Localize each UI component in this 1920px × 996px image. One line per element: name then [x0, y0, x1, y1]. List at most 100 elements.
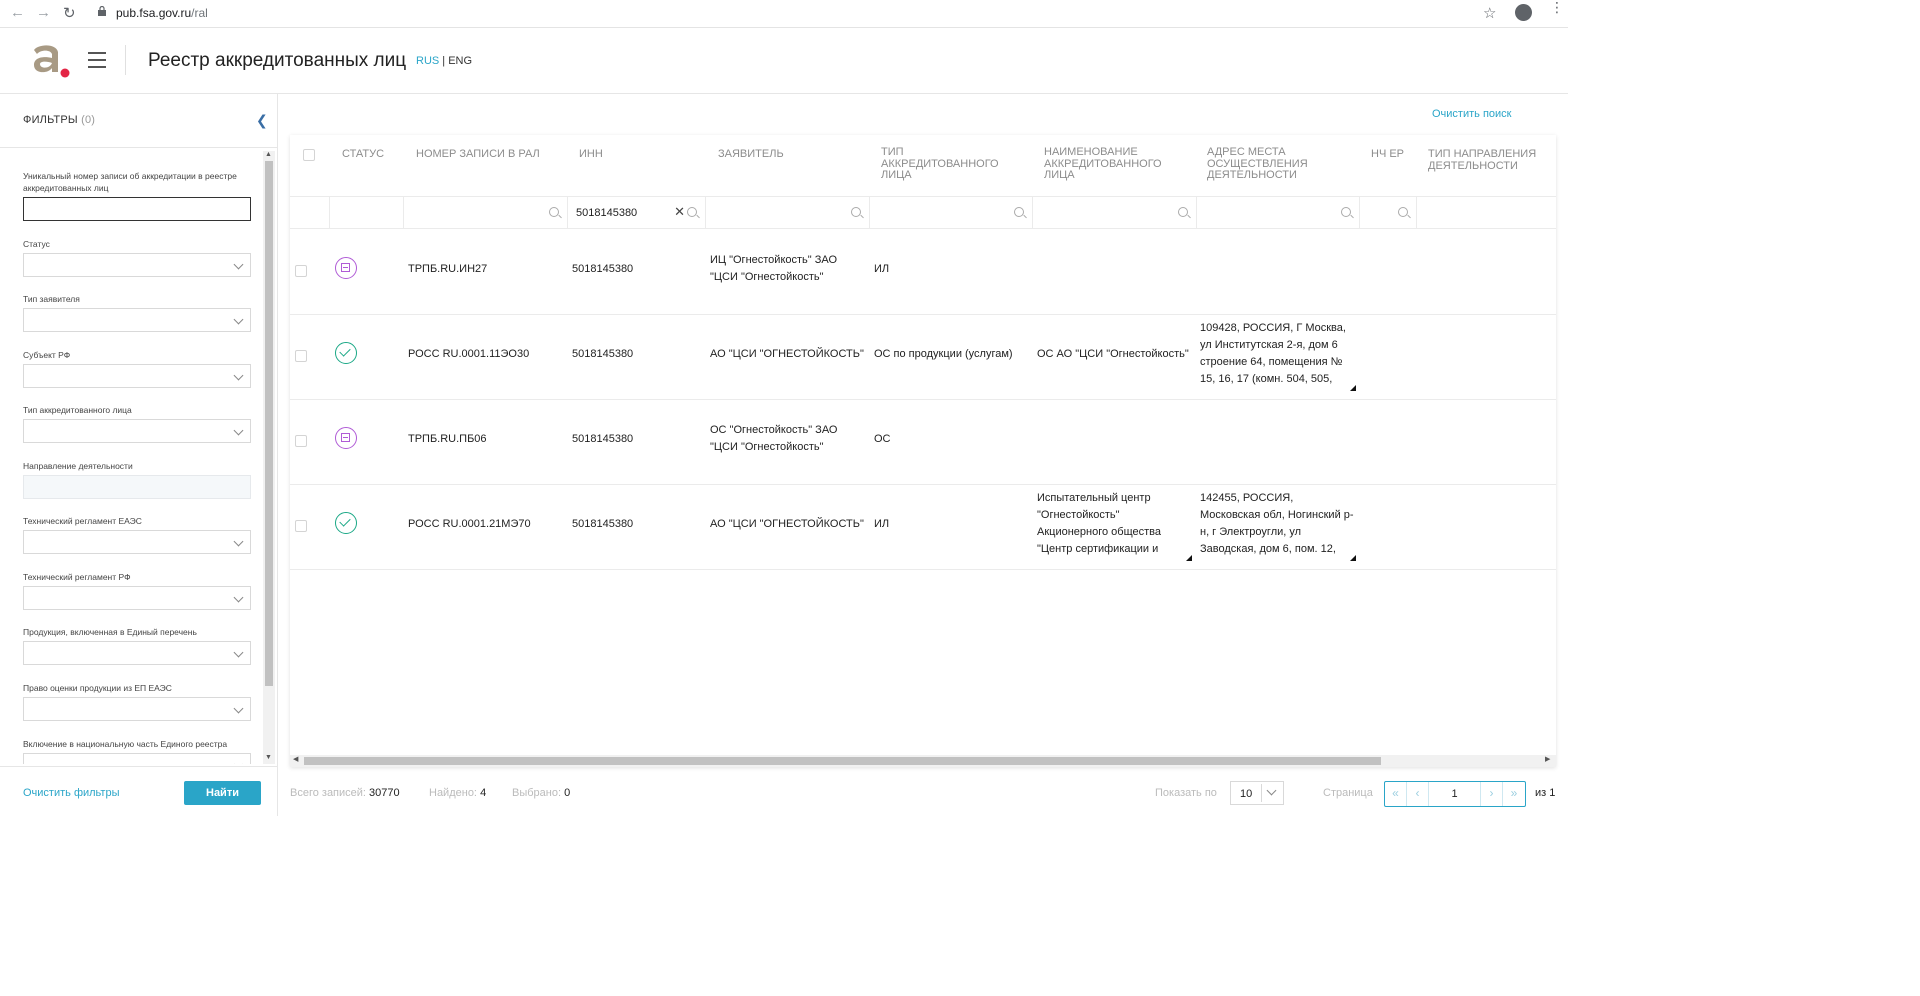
status-select[interactable] — [23, 253, 251, 277]
clear-filters-link[interactable]: Очистить фильтры — [23, 787, 120, 799]
hamburger-menu-icon[interactable] — [88, 52, 106, 68]
col-name[interactable]: НАИМЕНОВАНИЕ АККРЕДИТОВАННОГО ЛИЦА — [1044, 146, 1174, 182]
clear-icon[interactable]: ✕ — [674, 204, 685, 220]
filter-status: Статус — [23, 238, 251, 277]
prev-page-icon[interactable]: ‹ — [1407, 782, 1429, 806]
filters-sidebar: ФИЛЬТРЫ (0) ❮ Уникальный номер записи об… — [0, 94, 278, 816]
type-search[interactable] — [870, 197, 1033, 229]
accredited-type: ОС — [874, 433, 891, 445]
per-page-label: Показать по — [1155, 787, 1217, 799]
row-checkbox[interactable] — [295, 520, 307, 532]
expand-corner-icon[interactable] — [1350, 385, 1356, 391]
region-select[interactable] — [23, 364, 251, 388]
record-number[interactable]: ТРПБ.RU.ПБ06 — [408, 431, 487, 448]
per-page-select[interactable]: 10 — [1230, 781, 1284, 805]
chevron-down-icon — [233, 592, 244, 603]
scroll-left-arrow-icon[interactable]: ◀ — [293, 755, 298, 763]
col-status[interactable]: СТАТУС — [342, 148, 384, 161]
chevron-down-icon — [233, 370, 244, 381]
record-number[interactable]: РОСС RU.0001.21МЭ70 — [408, 516, 531, 533]
record-number-input[interactable] — [23, 197, 251, 221]
national-part-select[interactable] — [23, 753, 251, 764]
table-scroll-thumb[interactable] — [304, 757, 1381, 765]
clear-search-link[interactable]: Очистить поиск — [1432, 108, 1511, 120]
account-icon[interactable] — [1515, 4, 1532, 21]
first-page-icon[interactable]: « — [1385, 782, 1407, 806]
lock-icon — [98, 6, 106, 16]
inn: 5018145380 — [572, 263, 634, 275]
name-search[interactable] — [1033, 197, 1197, 229]
col-type[interactable]: ТИП АККРЕДИТОВАННОГО ЛИЦА — [881, 146, 1011, 182]
last-page-icon[interactable]: » — [1503, 782, 1525, 806]
search-cell-check — [290, 197, 330, 229]
page-title: Реестр аккредитованных лиц — [148, 50, 407, 71]
address-bar[interactable]: pub.fsa.gov.ru/ral — [116, 6, 208, 20]
chevron-down-icon — [233, 259, 244, 270]
record-number[interactable]: ТРПБ.RU.ИН27 — [408, 261, 487, 278]
next-page-icon[interactable]: › — [1481, 782, 1503, 806]
assessment-right-select[interactable] — [23, 697, 251, 721]
record-number[interactable]: РОСС RU.0001.11ЭО30 — [408, 346, 529, 363]
chevron-down-icon — [233, 425, 244, 436]
col-inn[interactable]: ИНН — [579, 148, 603, 161]
found-records: Найдено: 4 — [429, 787, 487, 799]
filter-unified-list-product: Продукция, включенная в Единый перечень — [23, 626, 251, 665]
applicant-search[interactable] — [706, 197, 870, 229]
search-icon — [1341, 207, 1351, 217]
table-row[interactable]: ТРПБ.RU.ПБ06 5018145380 ОС "Огнестойкост… — [290, 400, 1556, 485]
sidebar-scrollbar[interactable]: ▲ ▼ — [263, 151, 275, 764]
nch-er-search[interactable] — [1360, 197, 1417, 229]
filter-region: Субъект РФ — [23, 349, 251, 388]
col-nch-er[interactable]: НЧ ЕР — [1371, 148, 1404, 161]
search-icon — [549, 207, 559, 217]
inn-search[interactable]: 5018145380 ✕ — [568, 197, 706, 229]
back-icon[interactable]: ← — [10, 4, 25, 21]
address-search[interactable] — [1197, 197, 1360, 229]
search-icon — [687, 207, 697, 217]
lang-eng-link[interactable]: ENG — [448, 55, 472, 67]
col-applicant[interactable]: ЗАЯВИТЕЛЬ — [718, 148, 784, 161]
reload-icon[interactable]: ↻ — [63, 4, 76, 22]
scroll-up-arrow-icon[interactable]: ▲ — [265, 151, 272, 158]
filter-national-part: Включение в национальную часть Единого р… — [23, 738, 251, 764]
eaeu-regulation-select[interactable] — [23, 530, 251, 554]
table-horizontal-scrollbar[interactable]: ◀ ▶ — [290, 755, 1556, 767]
row-checkbox[interactable] — [295, 265, 307, 277]
forward-icon[interactable]: → — [36, 4, 51, 21]
row-checkbox[interactable] — [295, 435, 307, 447]
row-checkbox[interactable] — [295, 350, 307, 362]
find-button[interactable]: Найти — [184, 781, 261, 805]
table-row[interactable]: РОСС RU.0001.11ЭО30 5018145380 АО "ЦСИ "… — [290, 315, 1556, 400]
page-number-input[interactable]: 1 — [1429, 782, 1481, 806]
rf-regulation-select[interactable] — [23, 586, 251, 610]
unified-list-product-select[interactable] — [23, 641, 251, 665]
applicant-type-select[interactable] — [23, 308, 251, 332]
col-record-number[interactable]: НОМЕР ЗАПИСИ В РАЛ — [416, 148, 540, 161]
scroll-right-arrow-icon[interactable]: ▶ — [1545, 755, 1550, 763]
sidebar-scroll-thumb[interactable] — [265, 161, 273, 686]
applicant: АО "ЦСИ "ОГНЕСТОЙКОСТЬ" — [710, 348, 864, 360]
record-number-search[interactable] — [404, 197, 568, 229]
search-cell-status — [330, 197, 404, 229]
table-row[interactable]: РОСС RU.0001.21МЭ70 5018145380 АО "ЦСИ "… — [290, 485, 1556, 570]
page-label: Страница — [1323, 787, 1373, 799]
filters-list: Уникальный номер записи об аккредитации … — [0, 149, 277, 764]
scroll-down-arrow-icon[interactable]: ▼ — [265, 754, 272, 761]
browser-menu-icon[interactable]: ⋮ — [1550, 0, 1564, 14]
lang-rus-link[interactable]: RUS — [416, 55, 439, 67]
col-address[interactable]: АДРЕС МЕСТА ОСУЩЕСТВЛЕНИЯ ДЕЯТЕЛЬНОСТИ — [1207, 146, 1327, 182]
accredited-type-select[interactable] — [23, 419, 251, 443]
col-direction-type[interactable]: ТИП НАПРАВЛЕНИЯ ДЕЯТЕЛЬНОСТИ — [1428, 148, 1548, 172]
fsa-logo[interactable] — [30, 42, 72, 80]
results-table: СТАТУС НОМЕР ЗАПИСИ В РАЛ ИНН ЗАЯВИТЕЛЬ … — [290, 135, 1556, 767]
activity-address: 109428, РОССИЯ, Г Москва, ул Институтска… — [1200, 322, 1346, 385]
table-row[interactable]: ТРПБ.RU.ИН27 5018145380 ИЦ "Огнестойкост… — [290, 230, 1556, 315]
search-icon — [1178, 207, 1188, 217]
expand-corner-icon[interactable] — [1350, 555, 1356, 561]
status-active-icon — [335, 512, 357, 534]
filter-eaeu-regulation: Технический регламент ЕАЭС — [23, 515, 251, 554]
select-all-checkbox[interactable] — [303, 149, 315, 161]
collapse-sidebar-icon[interactable]: ❮ — [256, 112, 268, 129]
bookmark-star-icon[interactable]: ☆ — [1483, 4, 1496, 22]
expand-corner-icon[interactable] — [1186, 555, 1192, 561]
